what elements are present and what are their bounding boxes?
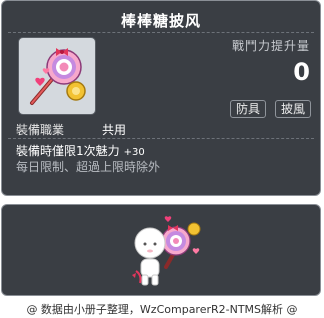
power-value: 0 — [293, 58, 310, 86]
footer-credit: @ 数据由小册子整理，WzComparerR2-NTMS解析 @ — [26, 303, 298, 316]
preview-panel — [1, 204, 321, 296]
item-name: 棒棒糖披风 — [120, 12, 201, 30]
lollipop-cape-icon — [30, 48, 86, 105]
job-label: 裝備職業 — [16, 123, 65, 137]
effect-amount: +30 — [123, 147, 145, 158]
section-divider — [8, 138, 314, 139]
power-label: 戰鬥力提升量 — [231, 39, 310, 53]
item-icon-frame — [18, 37, 96, 115]
tag-armor: 防具 — [230, 100, 267, 118]
title-divider — [8, 32, 314, 33]
limit-text: 每日限制、超過上限時除外 — [16, 160, 161, 174]
character-preview — [132, 216, 201, 286]
item-tooltip: 棒棒糖披风 戰鬥力提升量 0 防具 披風 裝備職業 共用 裝備時僅限1次魅力 +… — [1, 0, 321, 196]
effect-text: 裝備時僅限1次魅力 — [16, 144, 120, 158]
effect-line: 裝備時僅限1次魅力 +30 — [16, 142, 145, 159]
job-value: 共用 — [102, 123, 127, 137]
tag-cape: 披風 — [275, 100, 312, 118]
